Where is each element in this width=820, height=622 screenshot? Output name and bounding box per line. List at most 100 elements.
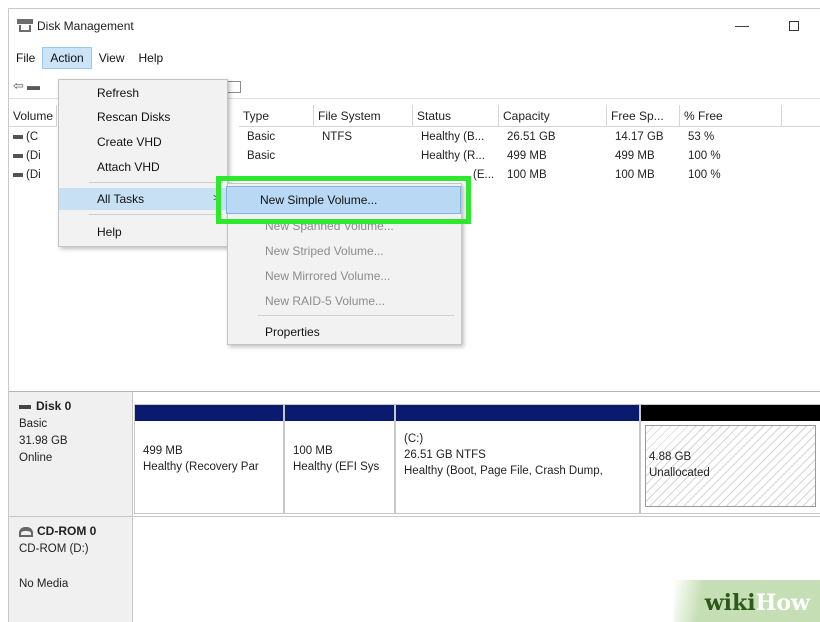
partition-efi[interactable]: 100 MB Healthy (EFI Sys [284, 404, 395, 514]
partition-info: (C:) 26.51 GB NTFS Healthy (Boot, Page F… [404, 431, 603, 479]
logo-wiki: wiki [704, 590, 756, 616]
table-cell-status: Healthy (B... [421, 131, 485, 143]
title-bar: Disk Management — [9, 9, 820, 43]
partition-status: Healthy (Recovery Par [143, 461, 259, 473]
cdrom-0-label[interactable]: CD-ROM 0 CD-ROM (D:) No Media [9, 517, 133, 622]
column-percent-free[interactable]: % Free [680, 105, 782, 127]
menu-file[interactable]: File [9, 47, 42, 69]
menu-view[interactable]: View [92, 47, 132, 69]
partition-c[interactable]: (C:) 26.51 GB NTFS Healthy (Boot, Page F… [395, 404, 640, 514]
partition-bar [135, 405, 283, 421]
menu-item-properties[interactable]: Properties [228, 320, 461, 344]
menu-separator [258, 315, 454, 316]
table-row-volume[interactable]: (C [9, 131, 57, 143]
maximize-button[interactable] [783, 15, 805, 35]
table-cell-capacity: 499 MB [507, 150, 547, 162]
partition-info: 100 MB Healthy (EFI Sys [293, 443, 379, 475]
action-menu: Refresh Rescan Disks Create VHD Attach V… [58, 79, 228, 247]
menu-separator [89, 182, 223, 183]
column-spacer [782, 105, 820, 127]
disk-name: Disk 0 [36, 399, 72, 413]
column-file-system[interactable]: File System [314, 105, 413, 127]
hard-disk-icon [19, 404, 31, 409]
menu-item-create-vhd[interactable]: Create VHD [59, 131, 227, 153]
menu-item-refresh[interactable]: Refresh [59, 82, 227, 104]
back-arrow-icon[interactable]: ⇦ [13, 79, 24, 93]
drive-icon [13, 153, 23, 158]
table-cell-pct: 100 % [688, 169, 721, 181]
logo-how: How [755, 590, 810, 616]
table-cell-free: 499 MB [615, 150, 655, 162]
menu-help[interactable]: Help [132, 47, 171, 69]
partition-recovery[interactable]: 499 MB Healthy (Recovery Par [134, 404, 284, 514]
table-cell-status: (E... [473, 169, 495, 181]
table-cell-status: Healthy (R... [421, 150, 485, 162]
disk-0-label[interactable]: Disk 0 Basic 31.98 GB Online [9, 392, 133, 516]
properties-icon[interactable] [227, 81, 241, 93]
table-row-volume[interactable]: (Di [9, 169, 57, 181]
menu-item-new-raid5-volume[interactable]: New RAID-5 Volume... [228, 289, 461, 313]
disk-size: 31.98 GB [19, 435, 68, 447]
menu-bar: File Action View Help [9, 47, 170, 69]
all-tasks-label: All Tasks [97, 192, 145, 206]
partition-status: Healthy (Boot, Page File, Crash Dump, [404, 465, 603, 477]
table-cell-free: 100 MB [615, 169, 655, 181]
table-cell-type: Basic [247, 150, 276, 162]
cdrom-drive: CD-ROM (D:) [19, 543, 89, 555]
table-cell-fs: NTFS [322, 131, 353, 143]
table-cell-capacity: 100 MB [507, 169, 547, 181]
menu-item-new-striped-volume[interactable]: New Striped Volume... [228, 239, 461, 263]
partition-info: 4.88 GB Unallocated [649, 449, 710, 481]
highlight-frame: New Simple Volume... [216, 176, 471, 224]
table-cell-type: Basic [247, 131, 276, 143]
partition-bar [285, 405, 394, 421]
wikihow-watermark: wikiHow [674, 580, 820, 622]
cdrom-media: No Media [19, 578, 69, 590]
volume-name: (Di [26, 150, 41, 162]
forward-icon[interactable]: ▬ [27, 79, 40, 93]
partition-size: 499 MB [143, 445, 183, 457]
column-free-space[interactable]: Free Sp... [607, 105, 680, 127]
table-cell-pct: 100 % [688, 150, 721, 162]
drive-icon [13, 172, 23, 177]
partition-status: Unallocated [649, 467, 710, 479]
column-type[interactable]: Type [239, 105, 314, 127]
window-title: Disk Management [37, 19, 134, 33]
wikihow-logo: wikiHow [705, 590, 810, 616]
maximize-icon [789, 21, 799, 32]
partition-size: 100 MB [293, 445, 333, 457]
menu-item-new-simple-volume[interactable]: New Simple Volume... [226, 186, 461, 214]
minimize-button[interactable]: — [731, 15, 753, 35]
disk-type: Basic [19, 418, 48, 430]
cd-drive-icon [19, 526, 33, 537]
menu-item-rescan-disks[interactable]: Rescan Disks [59, 106, 227, 128]
disk-state: Online [19, 452, 53, 464]
menu-item-new-mirrored-volume[interactable]: New Mirrored Volume... [228, 264, 461, 288]
partition-bar [396, 405, 639, 421]
table-cell-capacity: 26.51 GB [507, 131, 556, 143]
partition-size: 26.51 GB NTFS [404, 449, 486, 461]
table-cell-pct: 53 % [688, 131, 715, 143]
drive-icon [13, 134, 23, 139]
partition-status: Healthy (EFI Sys [293, 461, 380, 473]
menu-item-attach-vhd[interactable]: Attach VHD [59, 156, 227, 178]
column-status[interactable]: Status [413, 105, 499, 127]
partition-label: (C:) [404, 433, 424, 445]
column-volume[interactable]: Volume [9, 105, 57, 127]
menu-action[interactable]: Action [42, 47, 92, 69]
volume-name: (Di [26, 169, 41, 181]
disk-management-icon [17, 19, 33, 32]
table-cell-free: 14.17 GB [615, 131, 664, 143]
menu-item-all-tasks[interactable]: All Tasks > [59, 188, 227, 210]
cdrom-name: CD-ROM 0 [37, 524, 97, 538]
partition-size: 4.88 GB [649, 451, 692, 463]
menu-separator [89, 214, 223, 215]
menu-item-help[interactable]: Help [59, 221, 227, 243]
partition-bar [641, 405, 820, 421]
partition-unallocated[interactable]: 4.88 GB Unallocated [640, 404, 820, 514]
volume-name: (C [26, 131, 39, 143]
partition-info: 499 MB Healthy (Recovery Par [143, 443, 259, 475]
column-capacity[interactable]: Capacity [499, 105, 607, 127]
disk-management-window: Disk Management — File Action View Help … [8, 8, 820, 622]
table-row-volume[interactable]: (Di [9, 150, 57, 162]
